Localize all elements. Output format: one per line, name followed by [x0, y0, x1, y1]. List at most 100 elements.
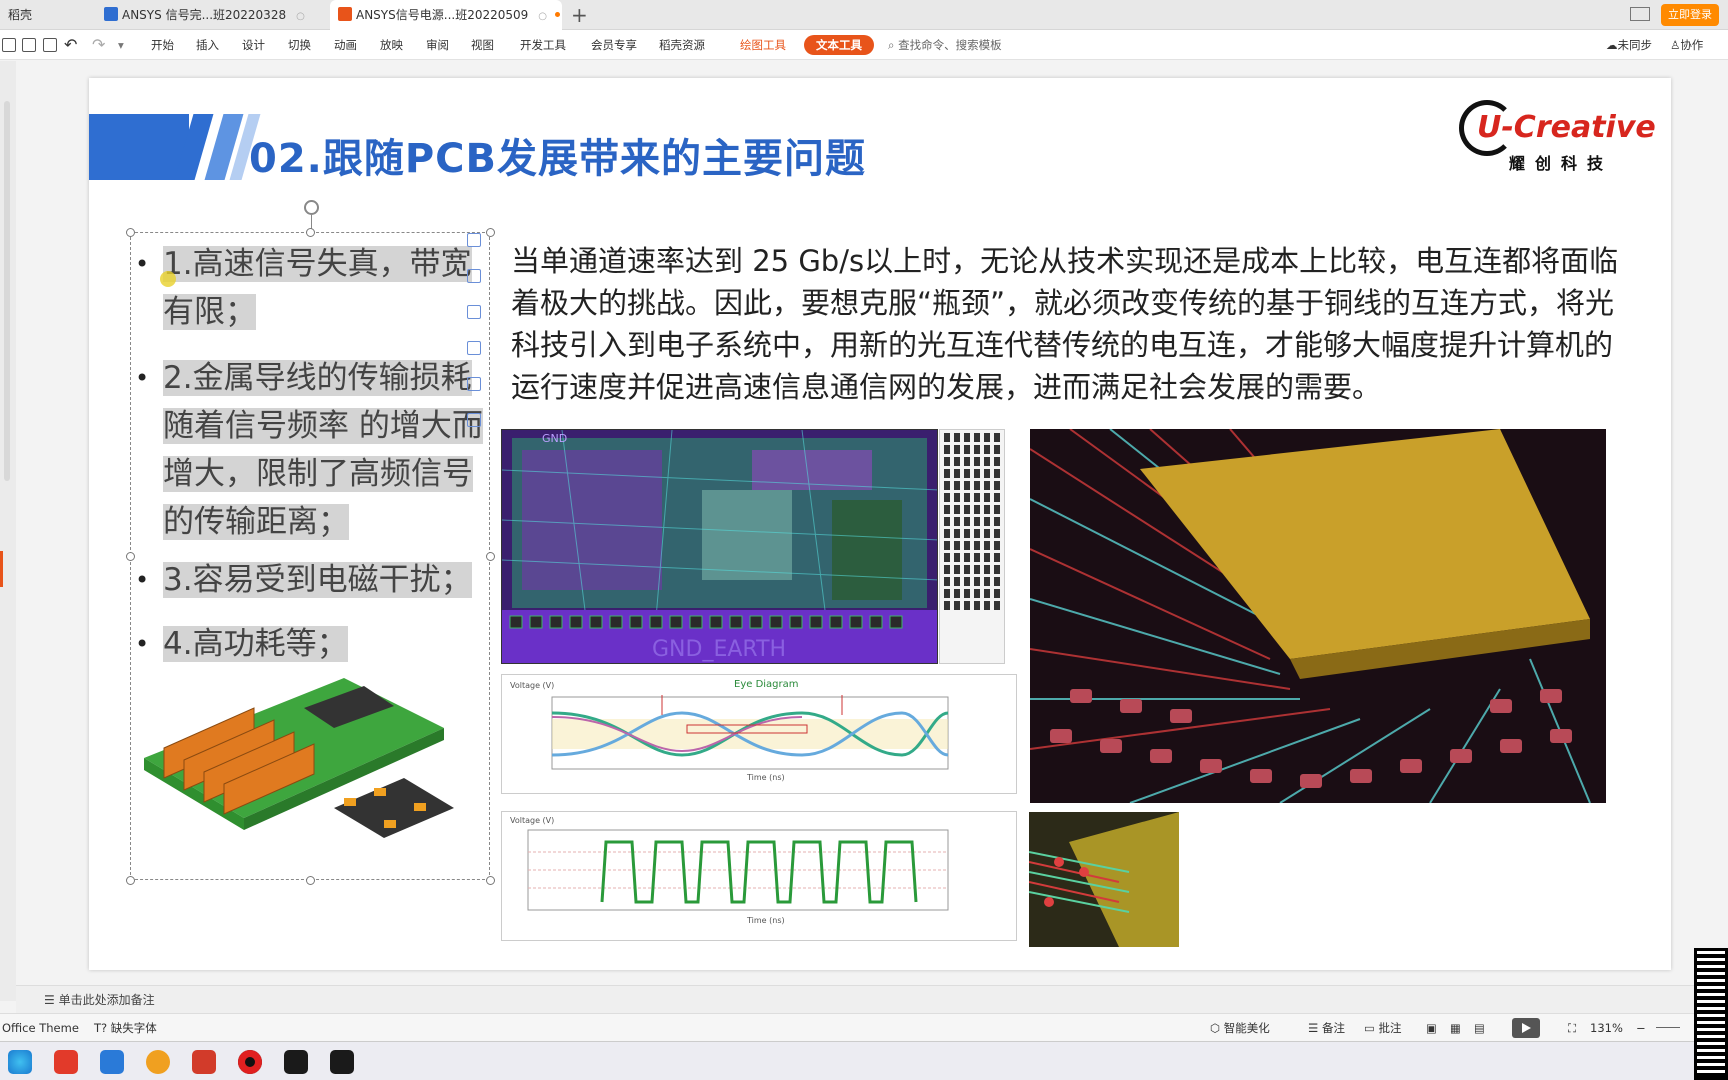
- new-tab-button[interactable]: +: [571, 3, 588, 27]
- comment-icon: ▭: [1364, 1021, 1379, 1035]
- redo-icon[interactable]: ↷: [92, 30, 105, 60]
- eye-diagram-image[interactable]: Eye Diagram Voltage (V) Time (ns): [501, 674, 1017, 794]
- notes-pane[interactable]: ☰ 单击此处添加备注: [16, 985, 1728, 1013]
- edge-browser-icon[interactable]: [8, 1050, 32, 1074]
- resize-handle[interactable]: [126, 876, 135, 885]
- beautify-icon: ⬡: [1210, 1021, 1224, 1035]
- notes-icon: ☰: [1308, 1021, 1322, 1035]
- bullet-text: 4.高功耗等；: [163, 626, 348, 662]
- pen-icon[interactable]: [467, 305, 481, 319]
- zoom-level[interactable]: 131%: [1590, 1014, 1623, 1042]
- wps-office-icon[interactable]: [54, 1050, 78, 1074]
- fit-window-icon[interactable]: ⛶: [1568, 1014, 1576, 1042]
- chip-package-3d-image[interactable]: [1030, 429, 1606, 803]
- notes-toggle-button[interactable]: ☰ 备注: [1308, 1014, 1345, 1042]
- collaborate-button[interactable]: ♙协作: [1670, 30, 1703, 60]
- connector-detail-graphic: [1029, 812, 1179, 947]
- edt-icon[interactable]: [330, 1050, 354, 1074]
- slide-title[interactable]: 02.跟随PCB发展带来的主要问题: [249, 126, 866, 184]
- fill-icon[interactable]: [467, 341, 481, 355]
- layer-panel-image: [939, 429, 1005, 664]
- resize-handle[interactable]: [126, 228, 135, 237]
- menu-slideshow[interactable]: 放映: [380, 30, 403, 60]
- smart-beautify-button[interactable]: ⬡ 智能美化: [1210, 1014, 1270, 1042]
- rotate-handle[interactable]: [304, 200, 319, 215]
- presentation-app-icon[interactable]: [192, 1050, 216, 1074]
- menu-draw-tools[interactable]: 绘图工具: [740, 30, 786, 60]
- slide-canvas[interactable]: 02.跟随PCB发展带来的主要问题 U-Creative 耀创科技 • 1.高速信…: [89, 78, 1671, 970]
- siwave-icon[interactable]: [284, 1050, 308, 1074]
- bullet-text: 2.金属导线的传输损耗随着信号频率 的增大而增大，限制了高频信号的传输距离；: [163, 360, 483, 540]
- memory-board-illustration: [144, 668, 484, 858]
- pcb-layout-image[interactable]: GND GND_EARTH: [501, 429, 938, 664]
- menu-review[interactable]: 审阅: [426, 30, 449, 60]
- menu-start[interactable]: 开始: [151, 30, 174, 60]
- undo-icon[interactable]: ↶: [64, 30, 77, 60]
- connector-detail-image[interactable]: [1029, 812, 1179, 947]
- file-icon[interactable]: [2, 38, 16, 52]
- grid-view-icon[interactable]: ▦: [1450, 1014, 1461, 1042]
- login-button[interactable]: 立即登录: [1661, 4, 1719, 26]
- chevron-down-icon[interactable]: ▾: [118, 30, 124, 60]
- tab-bar: 稻壳 ANSYS 信号完...班20220328 ○ ANSYS信号电源...班2…: [0, 0, 1728, 30]
- window-layout-icon[interactable]: [1630, 7, 1650, 21]
- title-band: [89, 114, 189, 180]
- status-bar: Office Theme T? 缺失字体 ⬡ 智能美化 ☰ 备注 ▭ 批注 ▣ …: [0, 1013, 1728, 1041]
- tab-home-label: 稻壳: [8, 8, 33, 22]
- bullet-dot: •: [135, 250, 150, 278]
- waveform-graphic: [527, 829, 949, 911]
- user-icon: ♙: [1670, 38, 1681, 52]
- resize-handle[interactable]: [126, 552, 135, 561]
- tab-document-1[interactable]: ANSYS 信号完...班20220328 ○: [96, 0, 324, 30]
- comments-label: 批注: [1378, 1021, 1402, 1035]
- unsaved-dot-icon: [555, 12, 561, 17]
- waveform-image[interactable]: Voltage (V) Time (ns): [501, 811, 1017, 941]
- resize-handle[interactable]: [306, 876, 315, 885]
- menu-member[interactable]: 会员专享: [591, 30, 637, 60]
- menu-animation[interactable]: 动画: [334, 30, 357, 60]
- resize-handle[interactable]: [486, 876, 495, 885]
- layers-icon[interactable]: [467, 269, 481, 283]
- menu-design[interactable]: 设计: [242, 30, 265, 60]
- photos-icon[interactable]: [100, 1050, 124, 1074]
- zoom-out-icon[interactable]: −: [1636, 1014, 1646, 1042]
- notes-icon: ☰: [44, 993, 59, 1007]
- sync-status[interactable]: ☁未同步: [1606, 30, 1652, 60]
- pcb-layout-graphic: GND GND_EARTH: [502, 430, 937, 663]
- ribbon-menu: ↶ ↷ ▾ 开始 插入 设计 切换 动画 放映 审阅 视图 开发工具 会员专享 …: [0, 30, 1728, 60]
- command-search-placeholder: 查找命令、搜索模板: [898, 38, 1002, 52]
- command-search[interactable]: ⌕ 查找命令、搜索模板: [888, 30, 1002, 60]
- font-icon: T?: [94, 1021, 111, 1035]
- ppt-doc-icon: [338, 7, 352, 21]
- zoom-slider[interactable]: [1656, 1027, 1680, 1028]
- resize-handle[interactable]: [486, 552, 495, 561]
- comments-button[interactable]: ▭ 批注: [1364, 1014, 1402, 1042]
- menu-insert[interactable]: 插入: [196, 30, 219, 60]
- body-paragraph[interactable]: 当单通道速率达到 25 Gb/s以上时，无论从技术实现还是成本上比较，电互连都将…: [511, 240, 1631, 408]
- menu-text-tools[interactable]: 文本工具: [804, 35, 874, 55]
- resize-handle[interactable]: [486, 228, 495, 237]
- copy-icon[interactable]: [467, 377, 481, 391]
- lightbulb-icon[interactable]: [467, 413, 481, 427]
- play-slideshow-button[interactable]: [1512, 1018, 1540, 1038]
- menu-docer[interactable]: 稻壳资源: [659, 30, 705, 60]
- menu-developer[interactable]: 开发工具: [520, 30, 566, 60]
- menu-view[interactable]: 视图: [471, 30, 494, 60]
- missing-font-button[interactable]: T? 缺失字体: [94, 1014, 157, 1042]
- collapse-icon[interactable]: [467, 233, 481, 247]
- menu-transition[interactable]: 切换: [288, 30, 311, 60]
- cloud-icon: ○: [296, 11, 305, 22]
- search-app-icon[interactable]: [146, 1050, 170, 1074]
- tab-document-2[interactable]: ANSYS信号电源...班20220509 ○: [330, 0, 562, 30]
- resize-handle[interactable]: [306, 228, 315, 237]
- notes-toggle-label: 备注: [1321, 1021, 1345, 1035]
- thumbnail-panel-collapsed[interactable]: [0, 61, 16, 1001]
- normal-view-icon[interactable]: ▣: [1426, 1014, 1437, 1042]
- current-slide-marker: [0, 551, 3, 587]
- recorder-icon[interactable]: [238, 1050, 262, 1074]
- reading-view-icon[interactable]: ▤: [1474, 1014, 1485, 1042]
- scrollbar[interactable]: [4, 101, 10, 481]
- preview-icon[interactable]: [43, 38, 57, 52]
- tab-home[interactable]: 稻壳: [0, 0, 92, 30]
- print-icon[interactable]: [22, 38, 36, 52]
